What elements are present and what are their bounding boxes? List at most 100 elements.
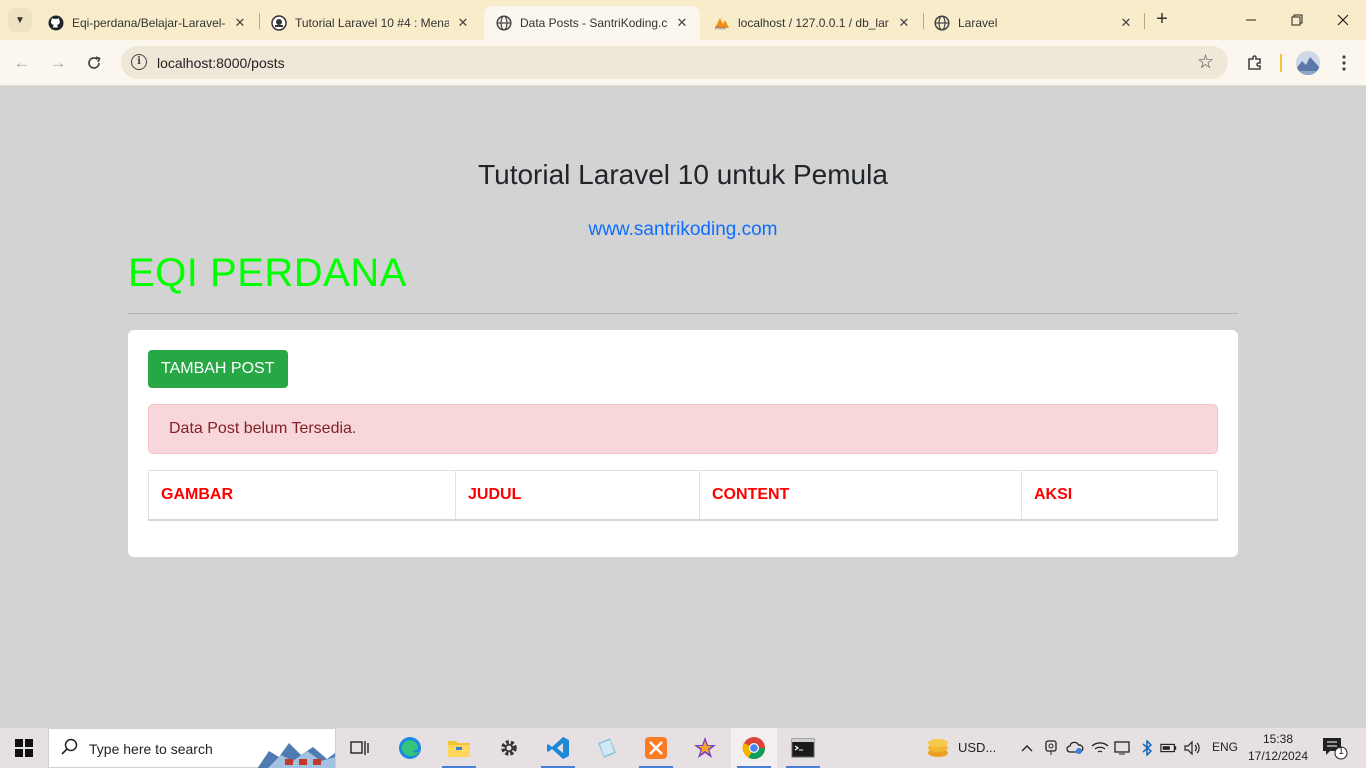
close-window-button[interactable] [1320,0,1366,40]
wifi-icon[interactable] [1091,738,1109,758]
column-header-gambar: GAMBAR [148,470,456,521]
santrikoding-icon [271,15,287,31]
vscode-icon [547,737,569,759]
plus-icon: + [1156,8,1168,30]
close-icon[interactable]: ✕ [1118,15,1134,31]
terminal-app[interactable] [780,728,826,768]
chrome-icon [742,737,765,759]
task-view-icon [350,741,369,755]
address-bar[interactable]: i localhost:8000/posts ☆ [121,46,1228,79]
site-link[interactable]: www.santrikoding.com [0,219,1366,241]
page-title: Tutorial Laravel 10 untuk Pemula [478,159,888,190]
address-url[interactable]: localhost:8000/posts [157,55,285,71]
new-tab-button[interactable]: + [1150,8,1174,32]
chrome-app[interactable] [731,728,777,768]
tab-tutorial[interactable]: Tutorial Laravel 10 #4 : Mena ✕ [259,6,481,40]
tab-data-posts[interactable]: Data Posts - SantriKoding.co ✕ [484,6,700,40]
profile-avatar[interactable] [1296,51,1320,75]
tab-title: Data Posts - SantriKoding.co [520,16,668,30]
meet-now-icon[interactable] [1042,738,1060,758]
close-icon[interactable]: ✕ [455,15,471,31]
display-icon[interactable] [1114,738,1132,758]
terminal-icon [791,738,815,758]
edge-app[interactable] [387,728,433,768]
toolbar-divider [1280,54,1282,72]
bluetooth-icon[interactable] [1138,738,1156,758]
column-header-aksi: AKSI [1021,470,1218,521]
restore-icon [1291,14,1303,26]
tab-strip: ▼ Eqi-perdana/Belajar-Laravel- ✕ Tutoria… [0,0,1366,40]
taskbar: Type here to search USD... ENG 15:38 17/… [0,728,1366,768]
tab-title: Tutorial Laravel 10 #4 : Mena [295,16,449,30]
reload-button[interactable] [80,49,108,77]
xampp-app[interactable] [633,728,679,768]
tab-search-button[interactable]: ▼ [8,8,32,32]
globe-icon [496,15,512,31]
puzzle-icon [1248,55,1261,70]
tab-title: Laravel [958,16,998,30]
edge-icon [399,737,421,759]
search-highlight-image [257,743,335,768]
volume-icon[interactable] [1184,738,1202,758]
browser-toolbar: ← → i localhost:8000/posts ☆ [0,40,1366,86]
page-content: Tutorial Laravel 10 untuk Pemula www.san… [0,87,1366,712]
clock[interactable]: 15:38 17/12/2024 [1240,731,1316,765]
search-icon [61,738,79,761]
minimize-button[interactable] [1228,0,1274,40]
close-icon[interactable]: ✕ [896,15,912,31]
gear-icon [501,740,517,756]
xampp-icon [645,737,667,759]
file-explorer-app[interactable] [436,728,482,768]
divider [128,313,1238,314]
bookmark-star-icon[interactable]: ☆ [1197,51,1214,74]
notepad-icon [598,738,616,758]
posts-card: TAMBAH POST Data Post belum Tersedia. GA… [128,330,1238,557]
restore-button[interactable] [1274,0,1320,40]
column-header-judul: JUDUL [455,470,700,521]
globe-icon [934,15,950,31]
phpmyadmin-icon: PMA [714,15,730,31]
site-info-icon[interactable]: i [131,54,147,70]
notification-count: 1 [1338,746,1344,757]
close-icon[interactable]: ✕ [674,15,690,31]
back-button[interactable]: ← [8,49,36,77]
start-button[interactable] [0,728,48,768]
currency-widget-text[interactable]: USD... [958,740,996,755]
star-app-icon [694,737,716,758]
vscode-app[interactable] [535,728,581,768]
svg-text:PMA: PMA [715,26,726,31]
close-icon [1337,14,1349,26]
tab-separator [1144,13,1145,29]
close-icon[interactable]: ✕ [232,15,248,31]
browser-menu-button[interactable] [1330,49,1358,77]
onedrive-icon[interactable] [1066,738,1084,758]
forward-button[interactable]: → [44,49,72,77]
author-name: EQI PERDANA [128,251,407,295]
tab-title: localhost / 127.0.0.1 / db_lar [738,16,889,30]
chevron-up-icon[interactable] [1018,738,1036,758]
notes-app[interactable] [584,728,630,768]
language-indicator[interactable]: ENG [1212,740,1238,754]
battery-icon[interactable] [1160,738,1178,758]
empty-alert: Data Post belum Tersedia. [148,404,1218,454]
extensions-button[interactable] [1241,49,1269,77]
clock-date: 17/12/2024 [1247,749,1309,763]
tab-phpmyadmin[interactable]: PMA localhost / 127.0.0.1 / db_lar ✕ [702,6,922,40]
chevron-down-icon: ▼ [15,14,25,26]
tab-github[interactable]: Eqi-perdana/Belajar-Laravel- ✕ [36,6,258,40]
add-post-button[interactable]: TAMBAH POST [148,350,288,388]
github-icon [48,15,64,31]
notification-center-button[interactable]: 1 [1322,736,1348,760]
posts-table: GAMBAR JUDUL CONTENT AKSI [148,470,1218,521]
clock-time: 15:38 [1262,732,1294,746]
reload-icon [88,56,101,69]
settings-app[interactable] [486,728,532,768]
starred-app[interactable] [682,728,728,768]
currency-widget-icon[interactable] [926,738,950,758]
tab-title: Eqi-perdana/Belajar-Laravel- [72,16,226,30]
task-view-button[interactable] [337,728,383,768]
arrow-right-icon: → [49,53,67,72]
tab-laravel[interactable]: Laravel ✕ [922,6,1144,40]
minimize-icon [1246,19,1256,21]
taskbar-search[interactable]: Type here to search [48,728,336,768]
